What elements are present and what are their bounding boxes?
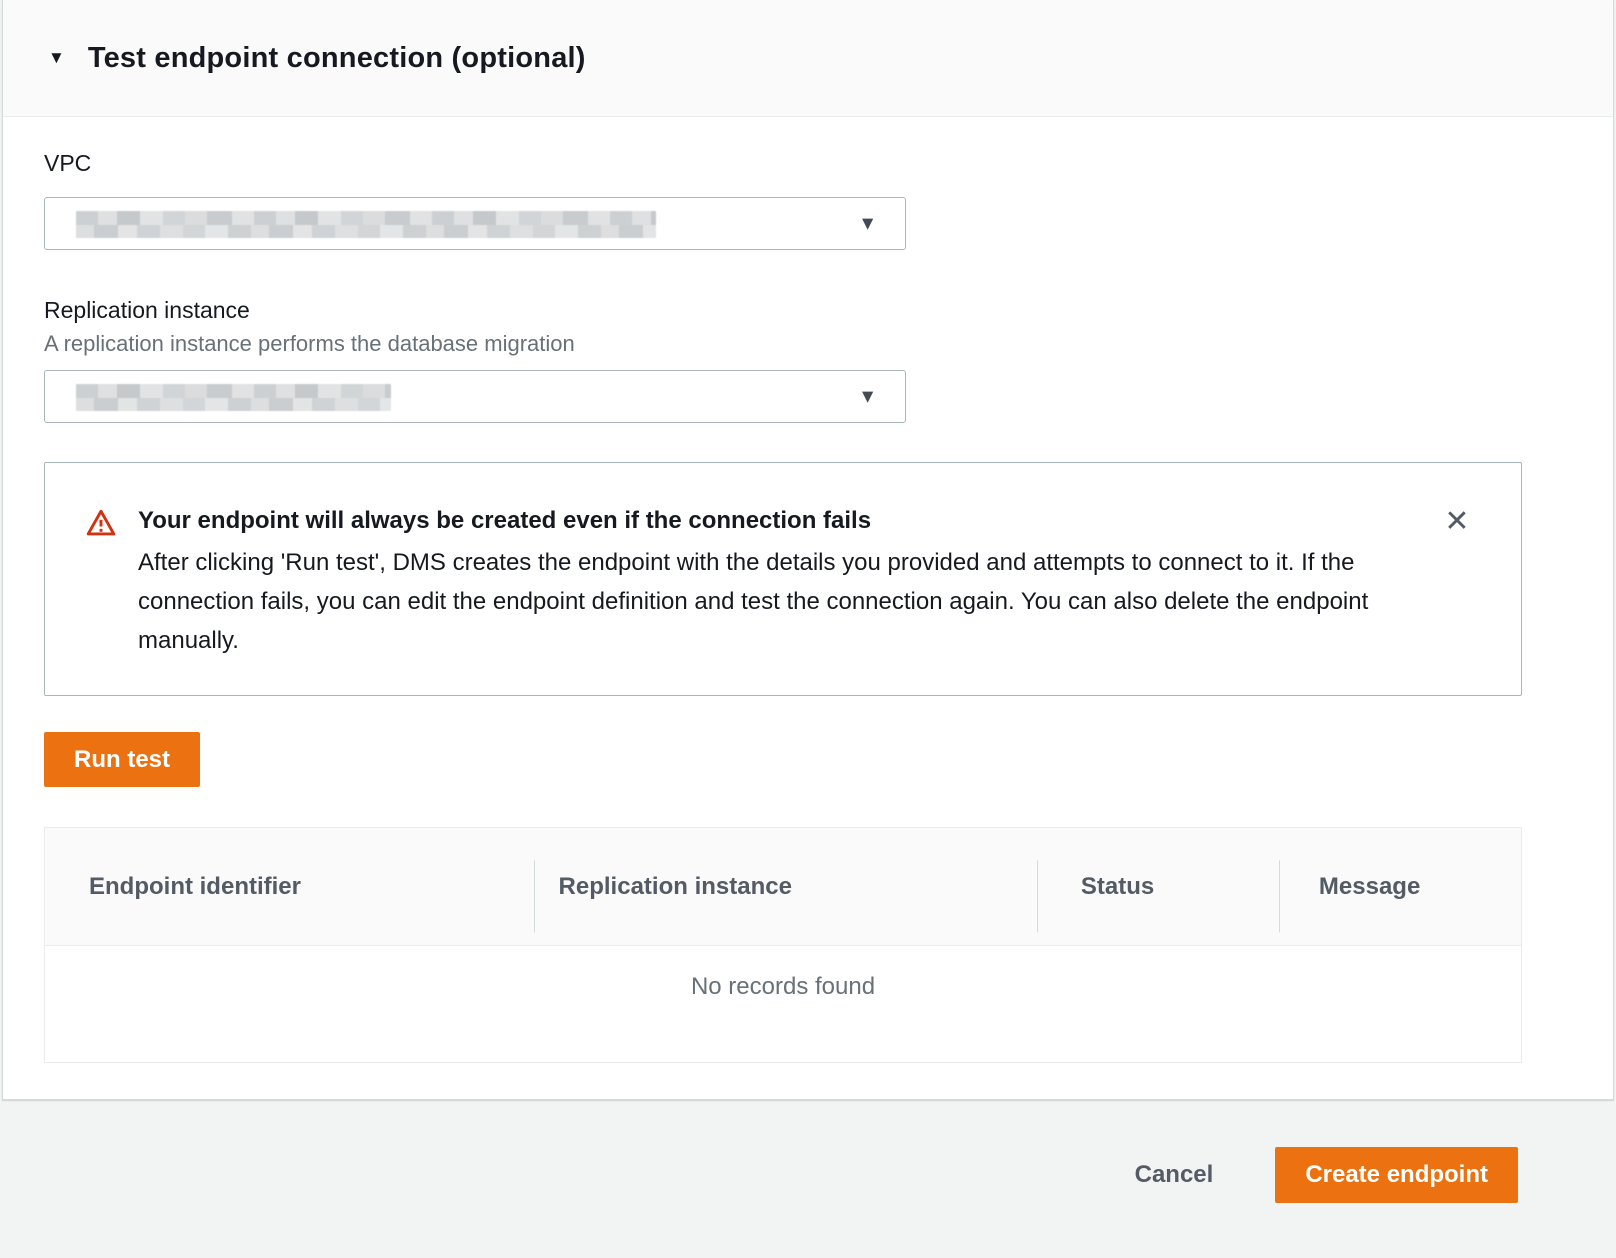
form-footer-actions: Cancel Create endpoint [1135,1147,1518,1203]
vpc-select[interactable]: ▼ [44,197,906,250]
column-divider [534,860,535,932]
warning-title: Your endpoint will always be created eve… [138,505,1426,537]
dropdown-arrow-icon: ▼ [858,387,877,406]
replication-instance-select[interactable]: ▼ [44,370,906,423]
column-header-endpoint-identifier: Endpoint identifier [45,873,534,901]
close-icon[interactable]: ✕ [1441,506,1473,538]
dropdown-arrow-icon: ▼ [858,214,877,233]
column-divider [1037,860,1038,932]
replication-instance-label: Replication instance [44,297,1522,324]
column-divider [1279,860,1280,932]
redacted-replication-instance-value [76,384,391,411]
test-endpoint-connection-panel: ▼ Test endpoint connection (optional) VP… [2,0,1614,1100]
run-test-button[interactable]: Run test [44,732,200,787]
create-endpoint-button[interactable]: Create endpoint [1275,1147,1518,1203]
column-header-message: Message [1279,873,1521,901]
vpc-label: VPC [44,150,1522,177]
collapse-caret-icon[interactable]: ▼ [48,48,65,68]
cancel-button[interactable]: Cancel [1135,1161,1214,1189]
replication-instance-description: A replication instance performs the data… [44,331,1522,357]
table-header-row: Endpoint identifier Replication instance… [45,828,1521,946]
column-header-status: Status [1037,873,1279,901]
empty-state-message: No records found [45,946,1521,1062]
warning-triangle-icon [85,505,117,660]
warning-body-text: After clicking 'Run test', DMS creates t… [138,543,1426,660]
column-header-replication-instance: Replication instance [534,873,1037,901]
warning-alert: Your endpoint will always be created eve… [44,462,1522,696]
redacted-vpc-value [76,211,656,238]
test-results-table: Endpoint identifier Replication instance… [44,827,1522,1063]
page-title: Test endpoint connection (optional) [88,42,586,75]
section-header[interactable]: ▼ Test endpoint connection (optional) [3,0,1613,117]
